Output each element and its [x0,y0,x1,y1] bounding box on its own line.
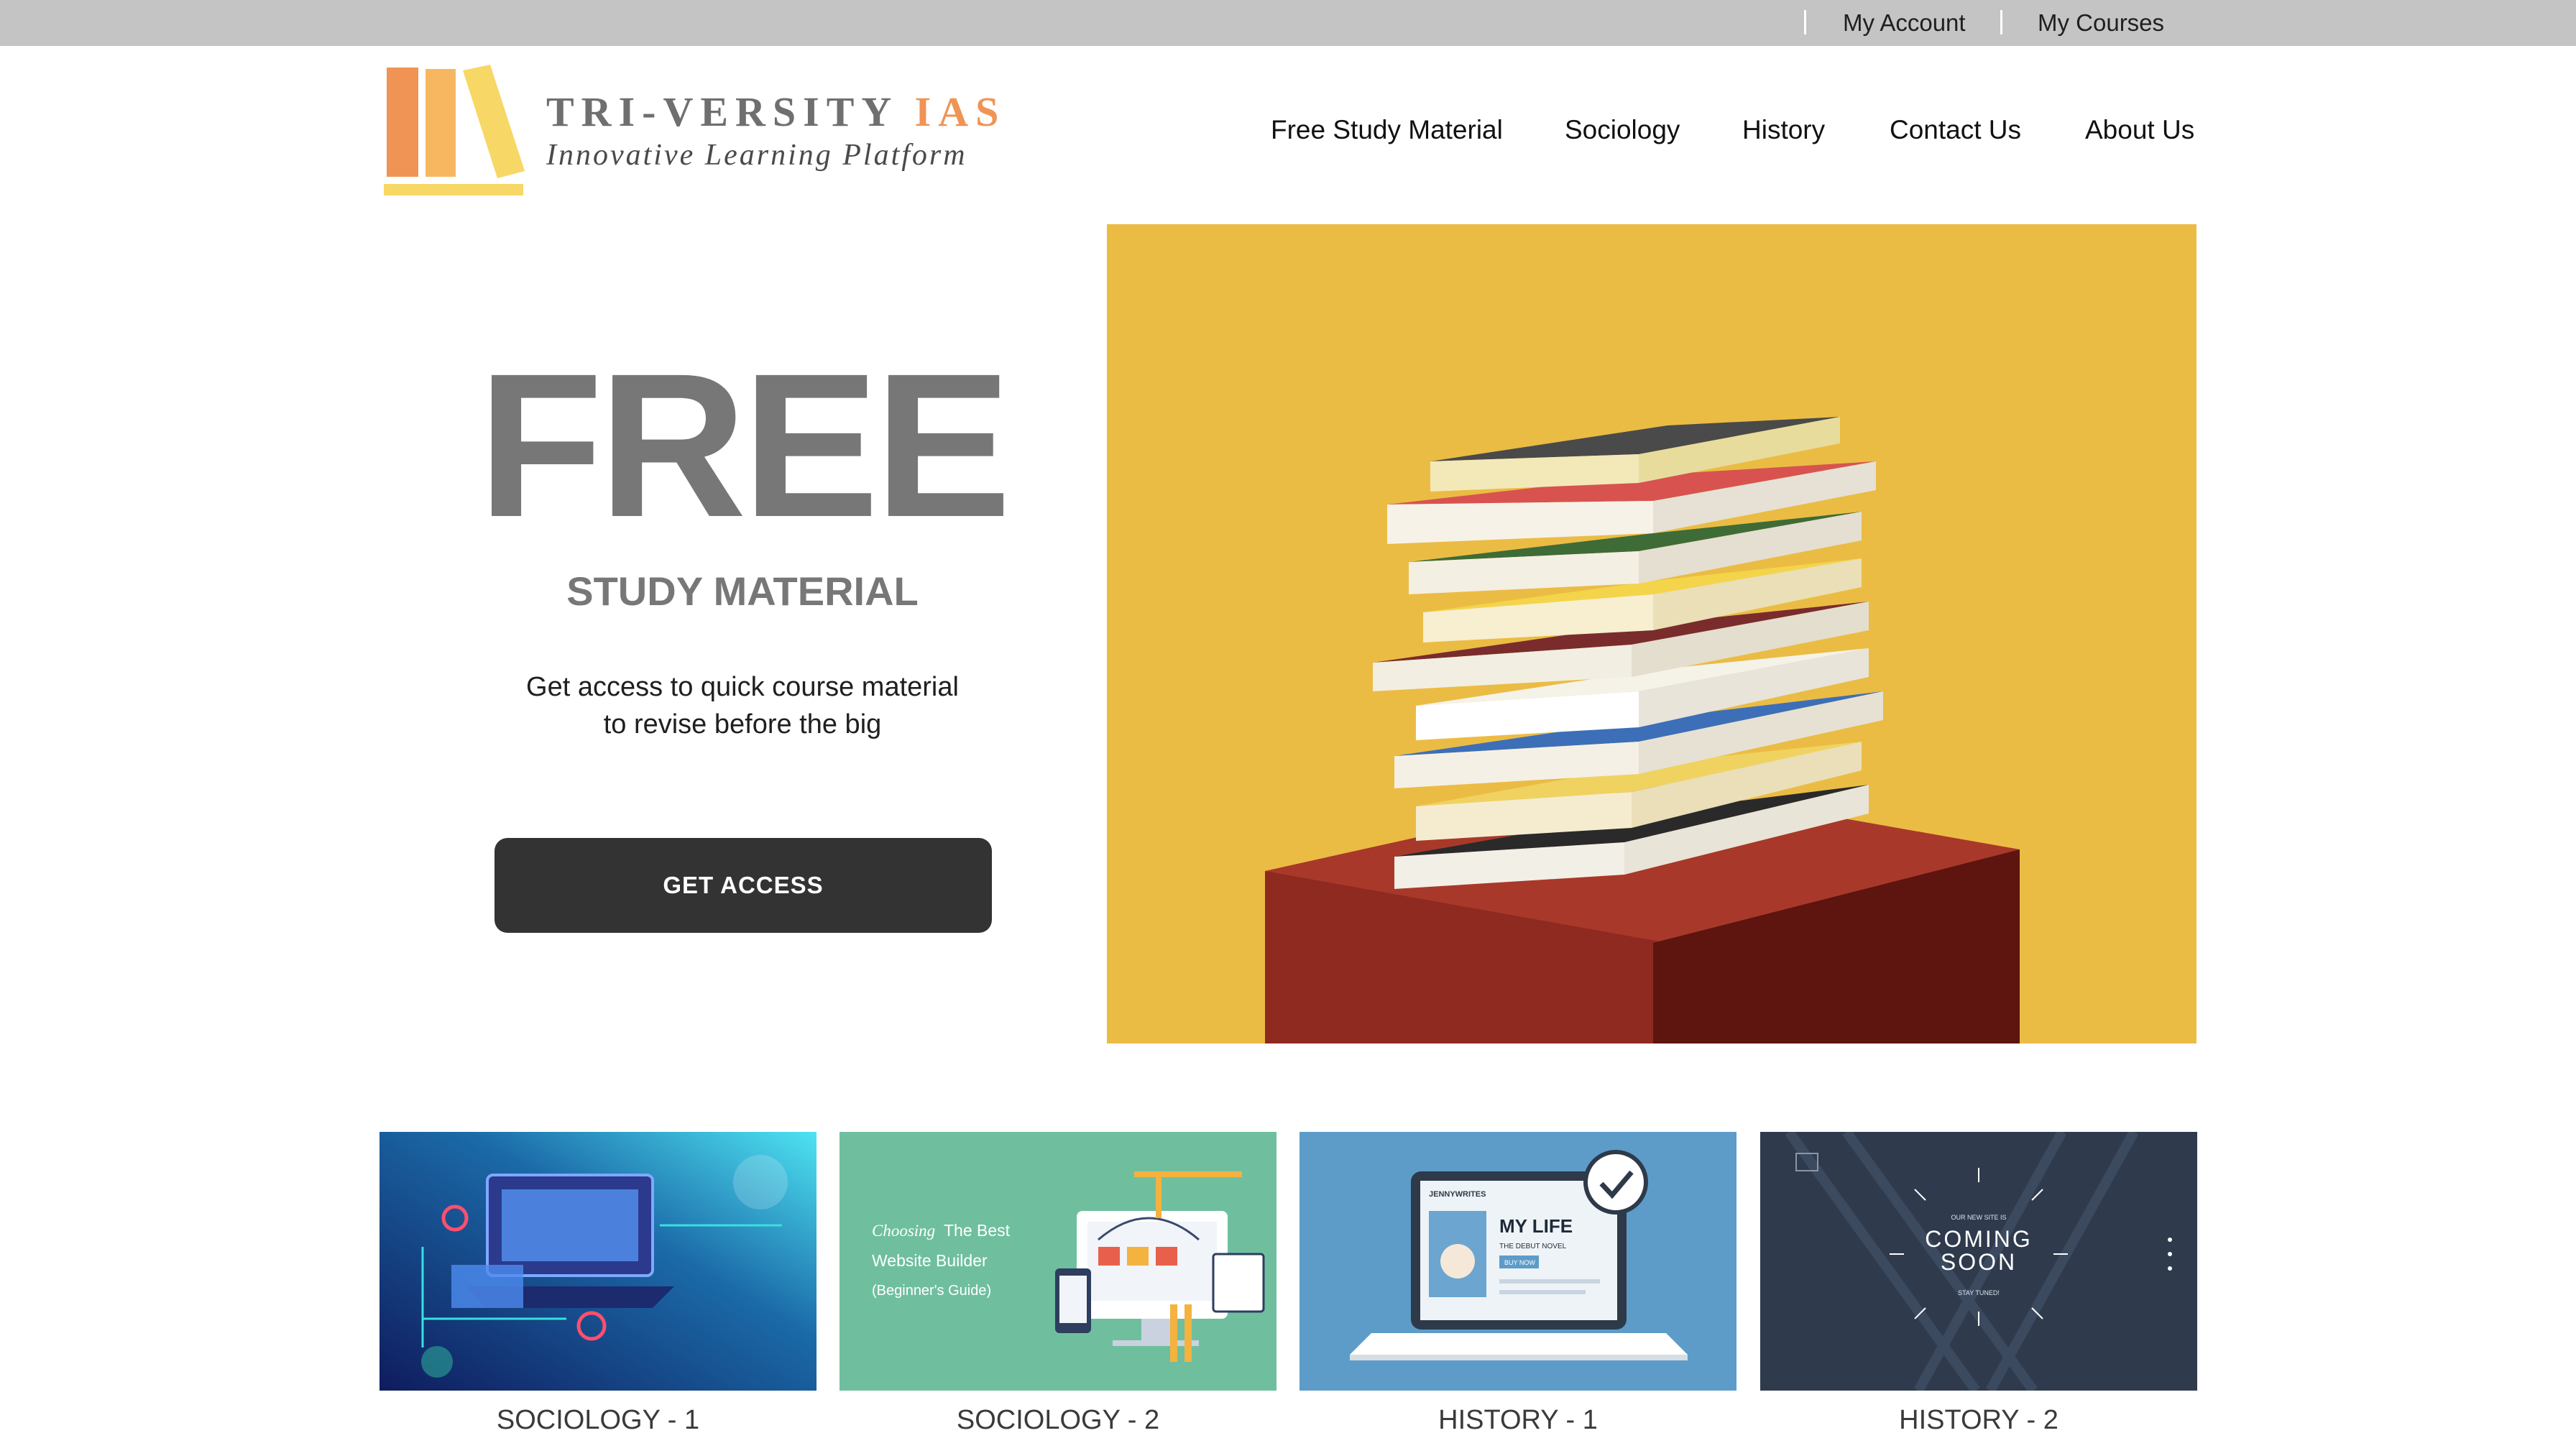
hero-title: FREE [477,331,1011,560]
svg-text:Website Builder: Website Builder [872,1251,988,1270]
nav-about-us[interactable]: About Us [2085,115,2194,145]
website-builder-illustration: Choosing The Best Website Builder (Begin… [840,1132,1276,1391]
svg-text:(Beginner's Guide): (Beginner's Guide) [872,1283,991,1299]
history-1-label[interactable]: HISTORY - 1 [1300,1405,1736,1436]
svg-text:SOON: SOON [1941,1249,2017,1275]
brand-tagline: Innovative Learning Platform [546,139,967,172]
svg-text:The Best: The Best [944,1221,1011,1240]
book-launch-laptop-illustration: JENNYWRITES MY LIFE THE DEBUT NOVEL BUY … [1300,1132,1736,1391]
top-utility-bar: My Account My Courses [0,0,2576,46]
books-logo-icon [384,65,525,195]
sociology-2-thumbnail[interactable]: Choosing The Best Website Builder (Begin… [840,1132,1276,1391]
svg-text:Choosing: Choosing [872,1222,935,1240]
svg-text:MY LIFE: MY LIFE [1499,1215,1573,1237]
site-logo[interactable]: TRI-VERSITY IAS Innovative Learning Plat… [382,63,998,200]
topbar-divider [1804,10,1806,34]
svg-text:BUY NOW: BUY NOW [1504,1259,1535,1266]
tech-network-illustration [380,1132,816,1391]
nav-sociology[interactable]: Sociology [1565,115,1680,145]
hero-description: Get access to quick course material to r… [526,672,959,739]
topbar-divider [2000,10,2002,34]
sociology-1-thumbnail[interactable] [380,1132,816,1391]
svg-text:THE DEBUT NOVEL: THE DEBUT NOVEL [1499,1243,1567,1250]
my-courses-link[interactable]: My Courses [2038,9,2164,37]
svg-text:STAY TUNED!: STAY TUNED! [1958,1289,2000,1296]
hero-image [1107,224,2196,1043]
hero-subtitle: STUDY MATERIAL [566,568,919,614]
nav-history[interactable]: History [1742,115,1825,145]
my-account-link[interactable]: My Account [1843,9,1966,37]
svg-text:OUR NEW SITE IS: OUR NEW SITE IS [1951,1214,2006,1221]
coming-soon-illustration: OUR NEW SITE IS COMING SOON STAY TUNED! [1760,1132,2197,1391]
history-2-label[interactable]: HISTORY - 2 [1760,1405,2197,1436]
nav-contact-us[interactable]: Contact Us [1890,115,2021,145]
brand-name: TRI-VERSITY IAS [546,88,1006,135]
history-2-thumbnail[interactable]: OUR NEW SITE IS COMING SOON STAY TUNED! [1760,1132,2197,1391]
svg-text:JENNYWRITES: JENNYWRITES [1429,1190,1486,1199]
get-access-button[interactable]: GET ACCESS [494,838,992,933]
svg-text:COMING: COMING [1925,1226,2033,1252]
history-1-thumbnail[interactable]: JENNYWRITES MY LIFE THE DEBUT NOVEL BUY … [1300,1132,1736,1391]
sociology-1-label[interactable]: SOCIOLOGY - 1 [380,1405,816,1436]
book-stack-illustration [1265,417,2020,1043]
nav-free-study-material[interactable]: Free Study Material [1271,115,1503,145]
sociology-2-label[interactable]: SOCIOLOGY - 2 [840,1405,1276,1436]
